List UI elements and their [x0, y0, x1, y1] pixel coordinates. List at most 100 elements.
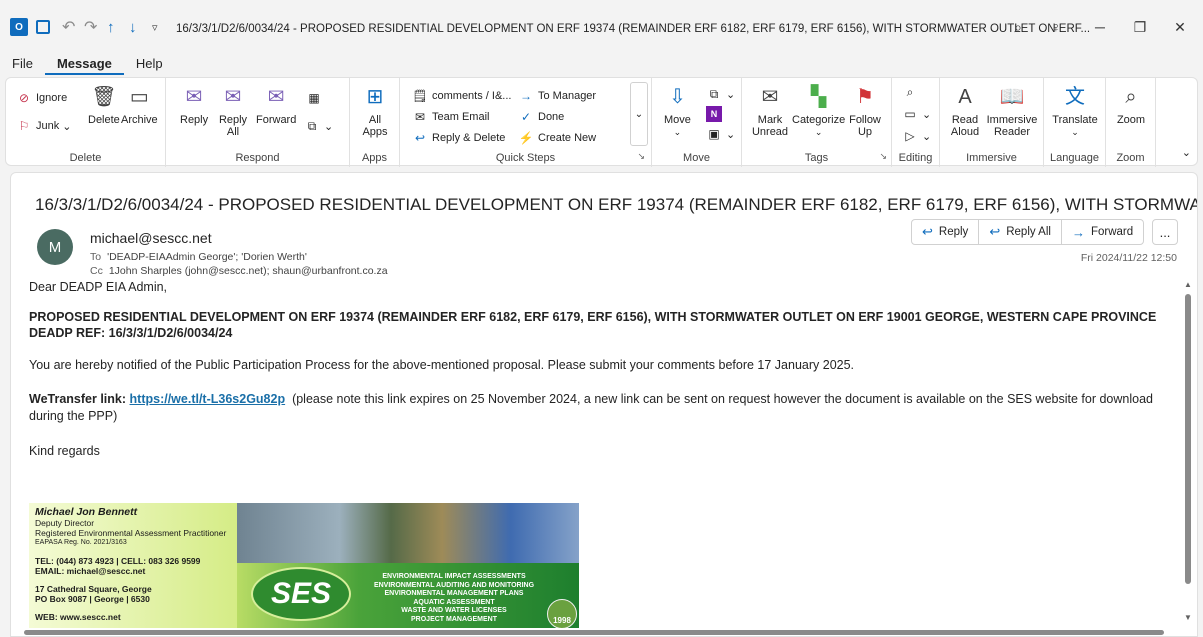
- translate-button[interactable]: 文 Translate ⌄: [1050, 84, 1100, 138]
- select-button[interactable]: ▷ ⌄: [902, 128, 931, 144]
- lightbulb-icon[interactable]: ♀: [1036, 14, 1076, 40]
- minimize-button[interactable]: ─: [1080, 14, 1120, 40]
- zoom-group-label: Zoom: [1116, 152, 1145, 164]
- notice-paragraph: You are hereby notified of the Public Pa…: [29, 358, 855, 372]
- apps-group: ⊞ All Apps Apps: [350, 78, 400, 167]
- calendar-icon: ▦: [308, 91, 320, 105]
- immersive-group: A Read Aloud 📖 Immersive Reader Immersive: [940, 78, 1044, 167]
- language-group: 文 Translate ⌄ Language: [1044, 78, 1106, 167]
- quickstep-to-manager[interactable]: → To Manager: [518, 88, 596, 104]
- quickstep-create-new[interactable]: ⚡ Create New: [518, 130, 597, 146]
- meeting-reply-button[interactable]: ▦: [306, 90, 326, 106]
- reply-action-button[interactable]: ↩ Reply: [912, 220, 980, 244]
- delete-group: ⊘ Ignore ⚐ Junk ⌄ 🗑 Delete ▭ Archive Delete: [6, 78, 166, 167]
- read-aloud-icon: A: [958, 86, 972, 108]
- reply-button[interactable]: ✉ Reply: [180, 84, 208, 126]
- reply-all-icon: ↩: [989, 224, 1001, 239]
- customize-toolbar-icon[interactable]: ▿: [152, 17, 158, 37]
- tags-group-label: Tags: [804, 152, 829, 164]
- forward-action-button[interactable]: → Forward: [1062, 220, 1143, 244]
- archive-button[interactable]: ▭ Archive: [121, 84, 158, 126]
- vertical-scrollbar[interactable]: ▲ ▼: [1183, 280, 1193, 622]
- apps-group-label: Apps: [361, 152, 388, 164]
- message-actions: ↩ Reply ↩ Reply All → Forward: [911, 219, 1145, 245]
- zoom-button[interactable]: ⌕ Zoom: [1116, 84, 1146, 126]
- junk-icon: ⚐: [18, 119, 30, 133]
- previous-item-icon[interactable]: ↑: [107, 17, 115, 37]
- ses-logo: SES: [251, 567, 351, 621]
- related-button[interactable]: ▭ ⌄: [902, 106, 931, 122]
- arrow-right-icon: →: [520, 89, 532, 103]
- tab-file[interactable]: File: [0, 53, 45, 75]
- quick-steps-expand-button[interactable]: ⌄: [630, 82, 648, 146]
- ribbon: ⊘ Ignore ⚐ Junk ⌄ 🗑 Delete ▭ Archive Delete …: [5, 77, 1198, 167]
- move-group-label: Move: [683, 152, 710, 164]
- undo-icon[interactable]: ↶: [62, 17, 75, 37]
- zoom-group: ⌕ Zoom Zoom: [1106, 78, 1156, 167]
- reply-arrow-icon: ↩: [414, 131, 426, 145]
- reading-pane: 16/3/3/1/D2/6/0034/24 - PROPOSED RESIDEN…: [10, 172, 1198, 637]
- quick-steps-launcher-icon[interactable]: ↘: [637, 151, 645, 162]
- mark-unread-button[interactable]: ✉ Mark Unread: [752, 84, 788, 138]
- quickstep-reply-delete[interactable]: ↩ Reply & Delete: [412, 130, 505, 146]
- quick-steps-group: 🗒 comments / I&... → To Manager ✉ Team Emai…: [400, 78, 652, 167]
- wetransfer-link[interactable]: https://we.tl/t-L36s2Gu82p: [130, 392, 286, 406]
- cc-recipients[interactable]: 1John Sharples (john@sescc.net); shaun@u…: [109, 265, 388, 277]
- close-button[interactable]: ✕: [1160, 14, 1200, 40]
- folder-icon: ▣: [708, 127, 720, 141]
- quickstep-comments[interactable]: 🗒 comments / I&...: [412, 88, 511, 104]
- quickstep-team-email[interactable]: ✉ Team Email: [412, 109, 490, 125]
- vertical-scroll-thumb[interactable]: [1185, 294, 1191, 584]
- save-icon[interactable]: [36, 20, 50, 34]
- more-actions-button[interactable]: ...: [1152, 219, 1178, 245]
- immersive-reader-button[interactable]: 📖 Immersive Reader: [986, 84, 1038, 138]
- move-button[interactable]: ⇩ Move ⌄: [664, 84, 691, 138]
- read-aloud-button[interactable]: A Read Aloud: [950, 84, 980, 138]
- all-apps-button[interactable]: ⊞ All Apps: [360, 84, 390, 138]
- avatar[interactable]: M: [37, 229, 73, 265]
- to-recipients[interactable]: 'DEADP-EIAAdmin George'; 'Dorien Werth': [107, 251, 307, 263]
- find-icon: ⌕: [906, 84, 914, 99]
- search-icon[interactable]: ⌕: [998, 14, 1038, 40]
- junk-button[interactable]: ⚐ Junk ⌄: [16, 118, 72, 134]
- signature-photo-strip: [237, 503, 579, 563]
- ignore-button[interactable]: ⊘ Ignore: [16, 90, 67, 106]
- quickstep-done[interactable]: ✓ Done: [518, 109, 564, 125]
- related-icon: ▭: [904, 107, 916, 121]
- horizontal-scroll-thumb[interactable]: [24, 630, 1164, 635]
- check-icon: ✓: [520, 110, 532, 124]
- cursor-icon: ▷: [905, 129, 915, 143]
- tags-launcher-icon[interactable]: ↘: [879, 151, 887, 162]
- wetransfer-paragraph: WeTransfer link: https://we.tl/t-L36s2Gu…: [29, 392, 1153, 423]
- delete-button[interactable]: 🗑 Delete: [88, 84, 120, 126]
- next-item-icon[interactable]: ↓: [129, 17, 137, 37]
- mail-icon: ✉: [414, 110, 426, 124]
- respond-group: ✉ Reply ✉ Reply All ✉ Forward ▦ ⧉ ⌄ Respond: [166, 78, 350, 167]
- move-group: ⇩ Move ⌄ ⧉ ⌄ N ▣ ⌄ Move: [652, 78, 742, 167]
- tab-message[interactable]: Message: [44, 53, 124, 75]
- ribbon-collapse-icon[interactable]: ⌄: [1182, 146, 1191, 159]
- forward-button[interactable]: ✉ Forward: [256, 84, 296, 126]
- find-button[interactable]: ⌕: [902, 84, 922, 100]
- language-group-label: Language: [1050, 152, 1099, 164]
- note-icon: 🗒: [412, 89, 428, 103]
- categorize-button[interactable]: ▚ Categorize ⌄: [792, 84, 845, 138]
- outlook-app-icon: O: [10, 18, 28, 36]
- rules-button[interactable]: ⧉ ⌄: [706, 86, 736, 102]
- reply-all-action-button[interactable]: ↩ Reply All: [979, 220, 1062, 244]
- sender-address[interactable]: michael@sescc.net: [90, 230, 212, 246]
- reply-all-button[interactable]: ✉ Reply All: [216, 84, 250, 138]
- body-heading-2: DEADP REF: 16/3/3/1/D2/6/0034/24: [29, 326, 233, 340]
- follow-up-button[interactable]: ⚑ Follow Up: [848, 84, 882, 138]
- restore-button[interactable]: ❐: [1120, 14, 1160, 40]
- immersive-reader-icon: 📖: [999, 86, 1025, 108]
- tab-help[interactable]: Help: [124, 53, 175, 75]
- move-more-button[interactable]: ▣ ⌄: [706, 126, 735, 142]
- scroll-up-icon[interactable]: ▲: [1183, 280, 1193, 289]
- scroll-down-icon[interactable]: ▼: [1183, 613, 1193, 622]
- more-respond-button[interactable]: ⧉ ⌄: [304, 118, 334, 134]
- horizontal-scrollbar[interactable]: [10, 627, 1183, 637]
- to-line: To 'DEADP-EIAAdmin George'; 'Dorien Werth…: [90, 251, 307, 263]
- onenote-button[interactable]: N: [706, 106, 726, 122]
- redo-icon[interactable]: ↷: [84, 17, 97, 37]
